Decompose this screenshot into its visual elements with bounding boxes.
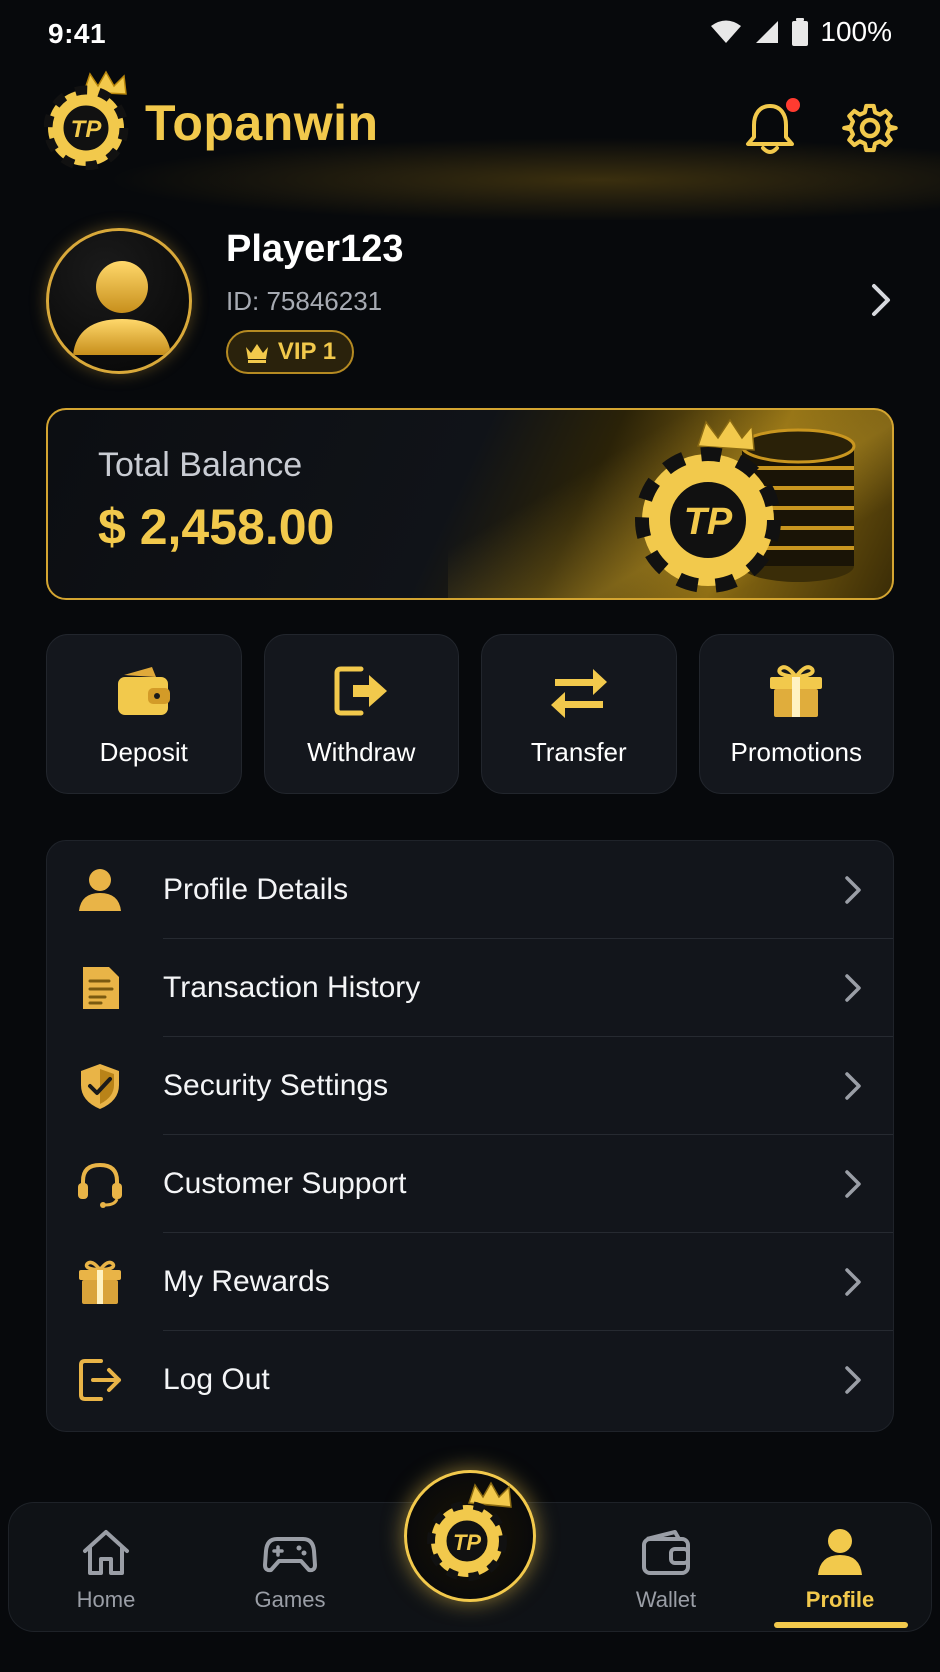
- balance-label: Total Balance: [98, 446, 303, 484]
- menu-item-log-out[interactable]: Log Out: [47, 1331, 893, 1429]
- chevron-right-icon: [845, 876, 861, 904]
- vip-label: VIP 1: [277, 338, 337, 365]
- user-icon: [79, 869, 121, 911]
- nav-label-home: Home: [76, 1587, 136, 1612]
- status-time: 9:41: [48, 18, 107, 49]
- logo-text: TP: [71, 116, 103, 143]
- menu-item-customer-support[interactable]: Customer Support: [47, 1135, 893, 1233]
- balance-card[interactable]: Total Balance $ 2,458.00 TP: [46, 408, 894, 600]
- menu-label: Security Settings: [163, 1069, 389, 1102]
- center-games-button[interactable]: TP: [404, 1470, 536, 1602]
- chevron-right-icon: [845, 1072, 861, 1100]
- nav-label-games: Games: [254, 1587, 326, 1612]
- menu-item-transaction-history[interactable]: Transaction History: [47, 939, 893, 1037]
- menu-item-profile-details[interactable]: Profile Details: [47, 841, 893, 939]
- crown-icon: [245, 344, 268, 363]
- transfer-icon: [550, 668, 607, 718]
- transfer-button[interactable]: Transfer: [481, 634, 677, 794]
- menu-label: Transaction History: [163, 971, 421, 1004]
- document-icon: [83, 967, 119, 1009]
- menu-label: My Rewards: [163, 1265, 330, 1298]
- transfer-label: Transfer: [530, 736, 627, 767]
- home-icon: [83, 1530, 129, 1575]
- chevron-right-icon: [845, 1170, 861, 1198]
- signal-icon: [756, 21, 779, 43]
- wifi-icon: [711, 20, 742, 43]
- app-header: TP Topanwin: [0, 70, 940, 190]
- menu-label: Log Out: [163, 1363, 270, 1396]
- nav-games[interactable]: Games: [225, 1525, 355, 1625]
- gift-icon: [770, 664, 823, 717]
- logo-chip-icon[interactable]: TP: [44, 70, 140, 170]
- status-icons: 100%: [710, 16, 892, 48]
- settings-gear-icon[interactable]: [842, 100, 898, 156]
- logo-chip-icon: TP: [427, 1481, 512, 1581]
- menu-item-my-rewards[interactable]: My Rewards: [47, 1233, 893, 1331]
- center-logo-text: TP: [453, 1530, 481, 1555]
- battery-icon: [792, 18, 809, 46]
- chevron-right-icon: [845, 974, 861, 1002]
- user-icon: [818, 1529, 862, 1575]
- username: Player123: [226, 228, 404, 270]
- nav-profile[interactable]: Profile: [775, 1525, 905, 1625]
- gift-icon: [79, 1260, 121, 1304]
- menu-item-security-settings[interactable]: Security Settings: [47, 1037, 893, 1135]
- account-menu: Profile Details Transaction History Secu…: [46, 840, 894, 1432]
- deposit-button[interactable]: Deposit: [46, 634, 242, 794]
- status-bar: 9:41 100%: [0, 0, 940, 70]
- headset-icon: [78, 1162, 122, 1208]
- shield-icon: [81, 1064, 119, 1109]
- promotions-button[interactable]: Promotions: [698, 634, 894, 794]
- wallet-icon: [117, 666, 170, 715]
- user-id: ID: 75846231: [226, 286, 383, 316]
- withdraw-label: Withdraw: [307, 736, 416, 767]
- chevron-right-icon: [845, 1268, 861, 1296]
- quick-actions: Deposit Withdraw Transfer Promotions: [46, 634, 894, 794]
- chip-logo-text: TP: [684, 501, 733, 543]
- nav-home[interactable]: Home: [41, 1525, 171, 1625]
- battery-percent: 100%: [820, 16, 892, 47]
- avatar[interactable]: [46, 228, 192, 374]
- menu-label: Customer Support: [163, 1167, 407, 1200]
- notification-dot: [786, 98, 800, 112]
- balance-amount: $ 2,458.00: [98, 499, 335, 555]
- wallet-icon: [642, 1530, 690, 1575]
- profile-chevron-right-icon[interactable]: [866, 282, 896, 318]
- casino-chips-icon: TP: [635, 418, 856, 593]
- chevron-right-icon: [845, 1366, 861, 1394]
- withdraw-button[interactable]: Withdraw: [263, 634, 459, 794]
- menu-label: Profile Details: [163, 873, 349, 906]
- nav-label-wallet: Wallet: [635, 1587, 697, 1612]
- nav-active-indicator: [774, 1622, 908, 1628]
- avatar-user-icon: [73, 261, 171, 355]
- gamepad-icon: [263, 1537, 317, 1573]
- brand-name: Topanwin: [145, 95, 379, 151]
- logout-icon: [79, 1359, 121, 1401]
- vip-badge[interactable]: VIP 1: [226, 330, 354, 374]
- deposit-label: Deposit: [99, 736, 188, 767]
- withdraw-icon: [334, 666, 388, 715]
- nav-label-profile: Profile: [805, 1587, 875, 1612]
- nav-wallet[interactable]: Wallet: [601, 1525, 731, 1625]
- promotions-label: Promotions: [730, 736, 863, 767]
